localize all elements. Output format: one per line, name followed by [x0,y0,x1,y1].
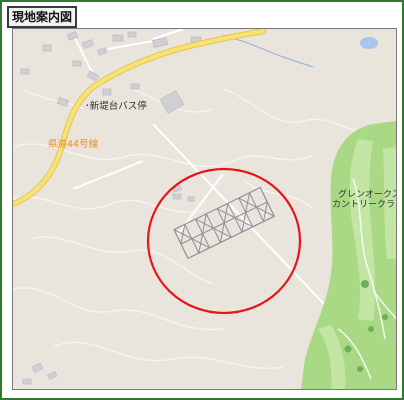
map-frame: 現地案内図 ･新堤台バス停 県道44号線 グレンオークス カントリークラ [0,0,404,400]
pond [360,37,378,49]
page-title: 現地案内図 [7,6,78,28]
golf-course-label-line2: カントリークラブ [332,198,396,210]
bus-stop-label: ･新堤台バス停 [85,100,147,112]
golf-course-label-line1: グレンオークス [338,188,396,200]
prefectural-road-label: 県道44号線 [48,138,99,150]
map-canvas: ･新堤台バス停 県道44号線 グレンオークス カントリークラブ [13,29,396,389]
location-map[interactable]: ･新堤台バス停 県道44号線 グレンオークス カントリークラブ [12,28,397,390]
